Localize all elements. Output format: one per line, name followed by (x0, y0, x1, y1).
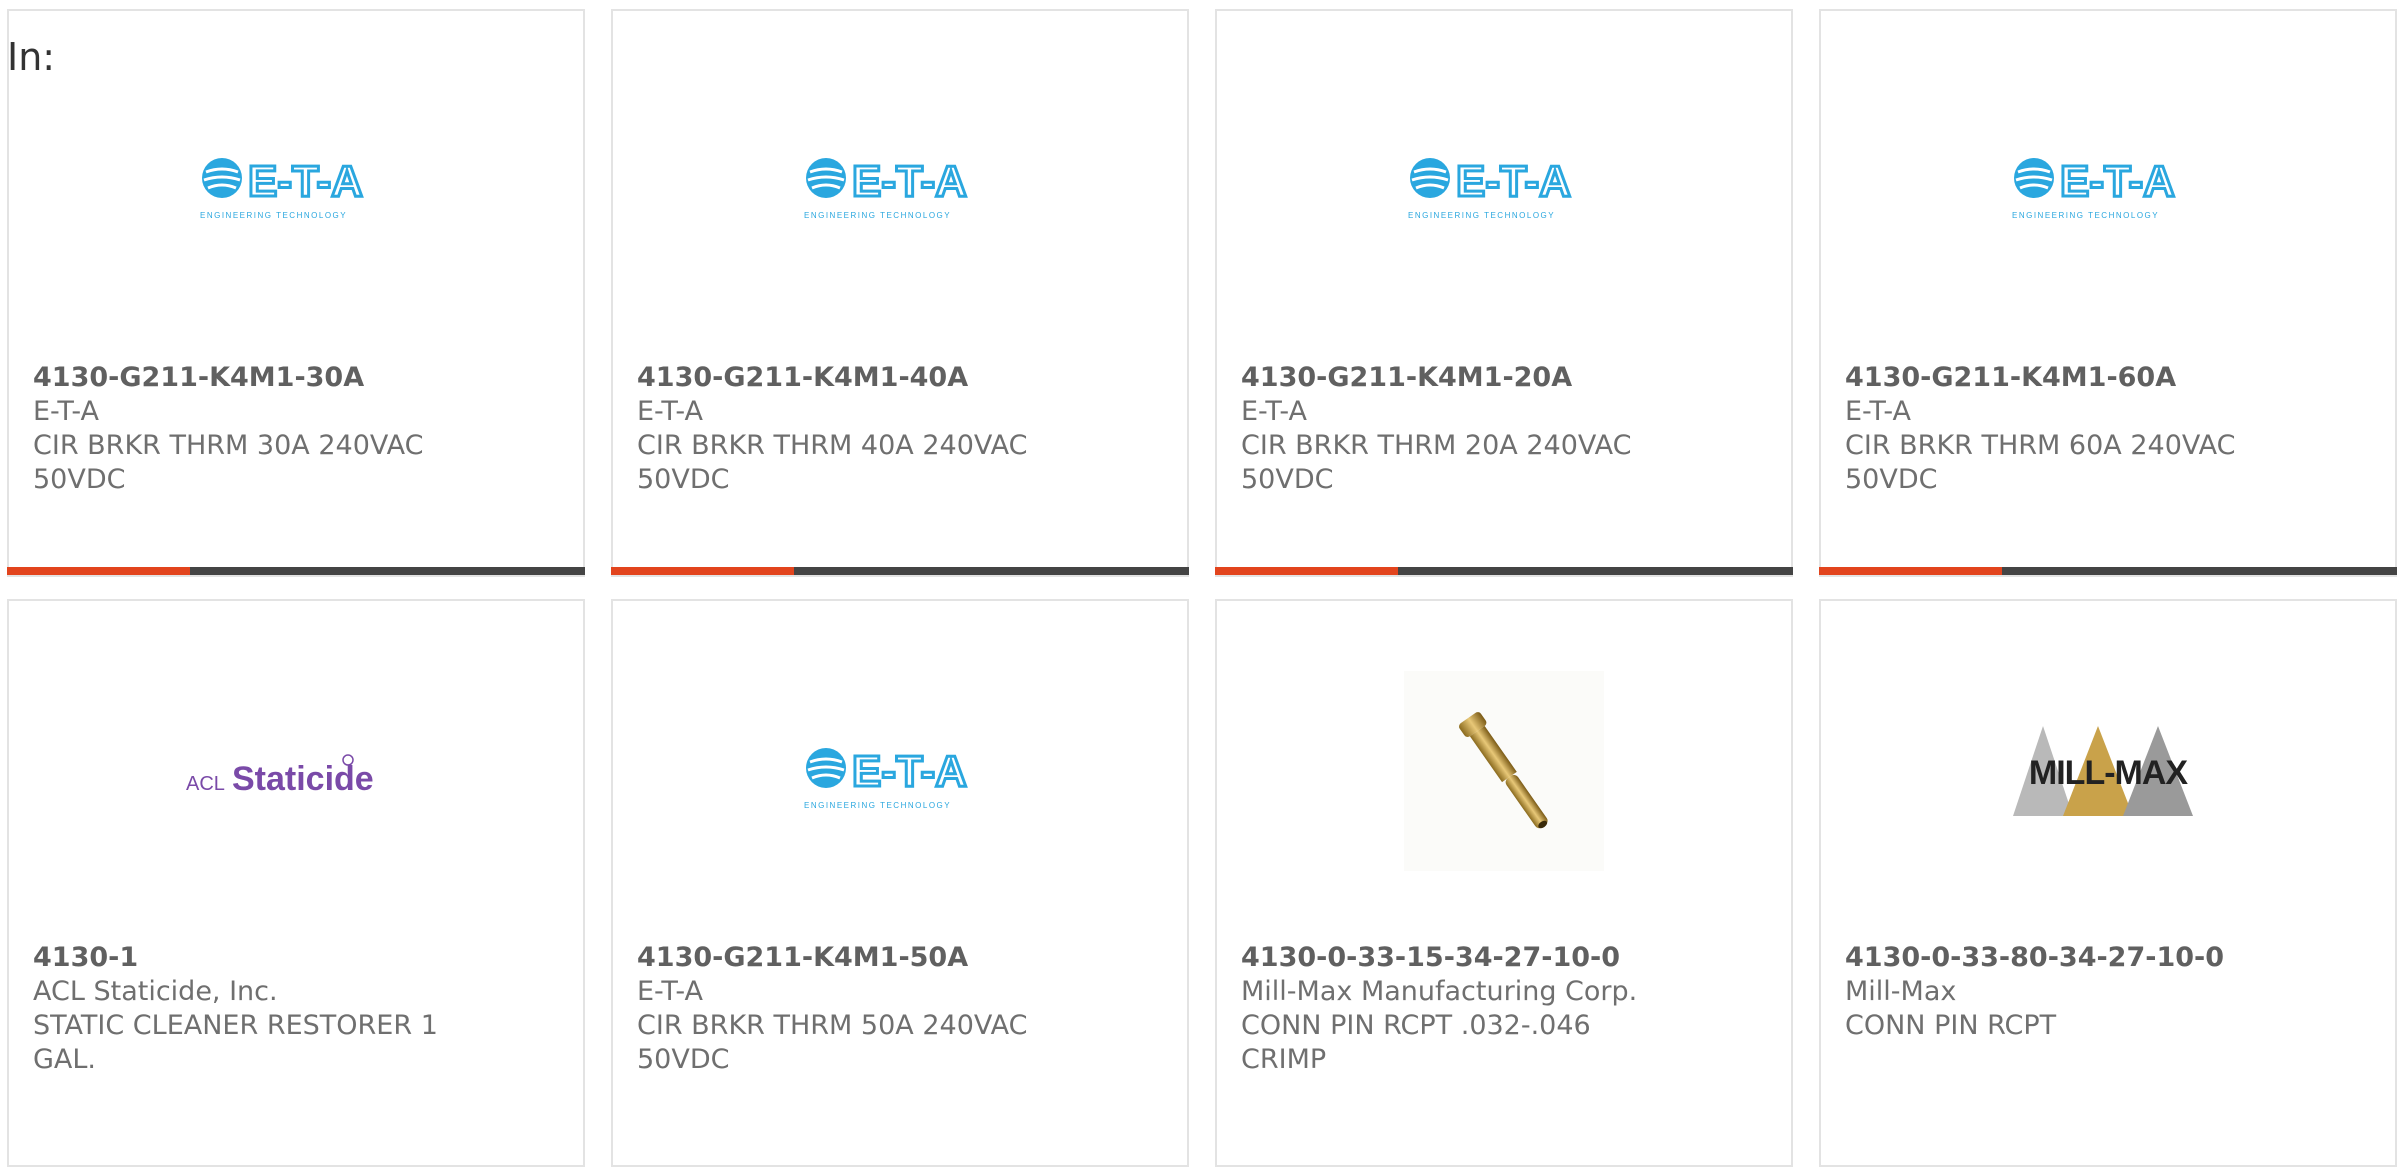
filter-label: In: (7, 35, 56, 79)
svg-text:ENGINEERING TECHNOLOGY: ENGINEERING TECHNOLOGY (2012, 211, 2159, 220)
eta-logo: E-T-A ENGINEERING TECHNOLOGY (613, 131, 1187, 241)
product-card[interactable]: E-T-A ENGINEERING TECHNOLOGY 4130-G211-K… (611, 9, 1189, 577)
svg-text:Staticide: Staticide (232, 760, 374, 798)
manufacturer: E-T-A (637, 396, 703, 427)
product-card[interactable]: E-T-A ENGINEERING TECHNOLOGY 4130-G211-K… (611, 599, 1189, 1167)
product-card[interactable]: E-T-A ENGINEERING TECHNOLOGY 4130-G211-K… (1215, 9, 1793, 577)
product-card[interactable]: MILL-MAX 4130-0-33-80-34-27-10-0 Mill-Ma… (1819, 599, 2397, 1167)
description: STATIC CLEANER RESTORER 1 GAL. (33, 1010, 438, 1075)
manufacturer: E-T-A (1845, 396, 1911, 427)
description: CONN PIN RCPT .032-.046 CRIMP (1241, 1010, 1591, 1075)
part-number[interactable]: 4130-G211-K4M1-50A (637, 941, 1167, 975)
part-number[interactable]: 4130-0-33-80-34-27-10-0 (1845, 941, 2375, 975)
product-card[interactable]: E-T-A ENGINEERING TECHNOLOGY 4130-G211-K… (1819, 9, 2397, 577)
svg-text:E-T-A: E-T-A (2060, 157, 2175, 206)
product-card[interactable]: E-T-A ENGINEERING TECHNOLOGY 4130-G211-K… (7, 9, 585, 577)
product-card[interactable]: 4130-0-33-15-34-27-10-0 Mill-Max Manufac… (1215, 599, 1793, 1167)
part-number[interactable]: 4130-G211-K4M1-20A (1241, 361, 1771, 395)
card-accent-bar (1819, 567, 2397, 575)
svg-text:E-T-A: E-T-A (248, 157, 363, 206)
description: CIR BRKR THRM 20A 240VAC 50VDC (1241, 430, 1632, 495)
svg-text:ENGINEERING TECHNOLOGY: ENGINEERING TECHNOLOGY (804, 211, 951, 220)
card-accent-bar (7, 567, 585, 575)
svg-text:ENGINEERING TECHNOLOGY: ENGINEERING TECHNOLOGY (804, 801, 951, 810)
pin-photo (1217, 671, 1791, 871)
manufacturer: Mill-Max (1845, 976, 1957, 1007)
millmax-logo: MILL-MAX (1821, 701, 2395, 841)
part-number[interactable]: 4130-G211-K4M1-40A (637, 361, 1167, 395)
eta-logo: E-T-A ENGINEERING TECHNOLOGY (1821, 131, 2395, 241)
manufacturer: ACL Staticide, Inc. (33, 976, 278, 1007)
svg-text:ACL: ACL (186, 773, 225, 795)
manufacturer: E-T-A (637, 976, 703, 1007)
description: CONN PIN RCPT (1845, 1010, 2057, 1041)
card-accent-bar (611, 567, 1189, 575)
part-number[interactable]: 4130-G211-K4M1-30A (33, 361, 563, 395)
description: CIR BRKR THRM 50A 240VAC 50VDC (637, 1010, 1028, 1075)
svg-text:E-T-A: E-T-A (852, 747, 967, 796)
part-number[interactable]: 4130-G211-K4M1-60A (1845, 361, 2375, 395)
description: CIR BRKR THRM 60A 240VAC 50VDC (1845, 430, 2236, 495)
description: CIR BRKR THRM 30A 240VAC 50VDC (33, 430, 424, 495)
part-number[interactable]: 4130-0-33-15-34-27-10-0 (1241, 941, 1771, 975)
svg-text:MILL-MAX: MILL-MAX (2029, 754, 2189, 792)
staticide-logo: ACL Staticide (9, 721, 583, 831)
manufacturer: Mill-Max Manufacturing Corp. (1241, 976, 1638, 1007)
svg-text:ENGINEERING TECHNOLOGY: ENGINEERING TECHNOLOGY (1408, 211, 1555, 220)
manufacturer: E-T-A (1241, 396, 1307, 427)
svg-text:E-T-A: E-T-A (1456, 157, 1571, 206)
product-card[interactable]: ACL Staticide 4130-1 ACL Staticide, Inc.… (7, 599, 585, 1167)
manufacturer: E-T-A (33, 396, 99, 427)
eta-logo: E-T-A ENGINEERING TECHNOLOGY (9, 131, 583, 241)
card-accent-bar (1215, 567, 1793, 575)
eta-logo: E-T-A ENGINEERING TECHNOLOGY (1217, 131, 1791, 241)
part-number[interactable]: 4130-1 (33, 941, 563, 975)
description: CIR BRKR THRM 40A 240VAC 50VDC (637, 430, 1028, 495)
svg-text:ENGINEERING TECHNOLOGY: ENGINEERING TECHNOLOGY (200, 211, 347, 220)
eta-logo: E-T-A ENGINEERING TECHNOLOGY (613, 721, 1187, 831)
svg-text:E-T-A: E-T-A (852, 157, 967, 206)
